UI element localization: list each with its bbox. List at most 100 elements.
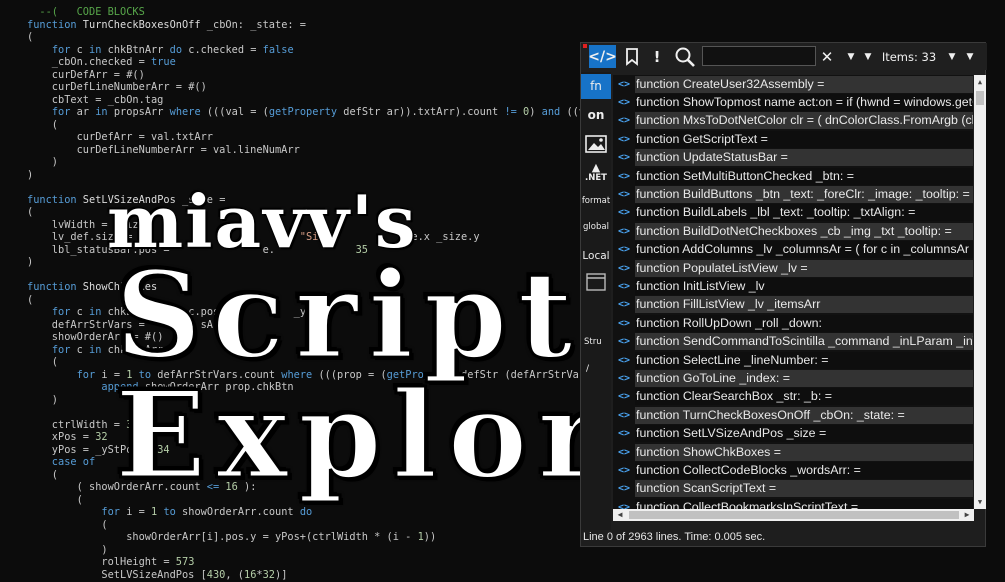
search-input[interactable] <box>702 46 816 66</box>
list-item[interactable]: <> function GetScriptText = <box>613 130 973 148</box>
scroll-up-arrow[interactable]: ▲ <box>974 75 986 89</box>
list-item[interactable]: <> function SendCommandToScintilla _comma… <box>613 333 973 351</box>
sidebar-item-images[interactable] <box>581 132 611 156</box>
code-token: case of <box>27 456 96 468</box>
sidebar-item-global[interactable]: global <box>581 220 611 234</box>
code-token: 573 <box>175 556 195 568</box>
list-item[interactable]: <> function ClearSearchBox _str: _b: = <box>613 388 973 406</box>
list-item[interactable]: <> function CollectCodeBlocks _wordsArr: … <box>613 461 973 480</box>
sidebar-item-events[interactable]: on <box>581 104 611 126</box>
list-item[interactable]: <> function ShowChkBoxes = <box>613 443 973 461</box>
bookmark-button[interactable] <box>621 45 643 68</box>
list-item[interactable]: <> function InitListView _lv <box>613 277 973 296</box>
list-item[interactable]: <> function CreateUser32Assembly = <box>613 75 973 93</box>
code-token: (((val = ( <box>206 106 269 118</box>
warnings-button[interactable]: ! <box>649 45 665 68</box>
code-line: case of <box>27 456 95 469</box>
code-token: 32 <box>262 568 276 581</box>
code-token: showOrderArr.count <box>182 506 300 518</box>
list-item[interactable]: <> function SelectLine _lineNumber: = <box>613 351 973 369</box>
code-icon: <> <box>617 409 631 421</box>
sidebar-item-format[interactable]: format <box>581 194 611 208</box>
code-token: ) <box>27 256 34 268</box>
list-item[interactable]: <> function BuildDotNetCheckboxes _cb _im… <box>613 222 973 240</box>
list-item[interactable]: <> function BuildLabels _lbl _text: _tool… <box>613 204 973 222</box>
list-item[interactable]: <> function SetLVSizeAndPos _size = <box>613 425 973 443</box>
code-token: 16 <box>244 568 257 581</box>
code-line: rolHeight = 573 <box>27 556 194 569</box>
clear-search-button[interactable]: ✕ <box>819 45 835 68</box>
code-line: for i = 1 to showOrderArr.count do <box>27 506 312 519</box>
list-item[interactable]: <> function MxsToDotNetColor clr = ( dnCo… <box>613 112 973 130</box>
list-item[interactable]: <> function GoToLine _index: = <box>613 369 973 388</box>
doc-icon <box>586 273 606 291</box>
list-item[interactable]: <> function BuildButtons _btn _text: _for… <box>613 185 973 204</box>
list-item-label: function CreateUser32Assembly = <box>635 75 973 93</box>
list-item[interactable]: <> function PopulateListView _lv = <box>613 259 973 277</box>
vertical-scrollbar[interactable]: ▲ ▼ <box>974 75 986 509</box>
options-dropdown[interactable]: ▼ <box>963 45 977 68</box>
search-prev-dropdown[interactable]: ▼ <box>844 45 858 68</box>
code-token: for <box>51 43 77 56</box>
sidebar-item-dotnet-label: .NET <box>585 173 607 183</box>
code-icon: <> <box>617 262 631 274</box>
code-line: cbText = _cbOn.tag <box>27 94 164 107</box>
list-item[interactable]: <> function ScanScriptText = <box>613 480 973 498</box>
list-item[interactable]: <> function UpdateStatusBar = <box>613 149 973 167</box>
list-item[interactable]: <> function SetMultiButtonChecked _btn: = <box>613 167 973 185</box>
code-line: _cbOn.checked = true <box>27 56 176 69</box>
chevron-down-icon: ▼ <box>948 51 956 62</box>
code-token: 32 <box>95 431 108 443</box>
sidebar-item-dotnet[interactable]: ▲ .NET <box>581 162 611 186</box>
code-line: ) <box>27 543 108 557</box>
list-item[interactable]: <> function TurnCheckBoxesOnOff _cbOn: _s… <box>613 406 973 424</box>
code-icon: <> <box>617 465 631 477</box>
code-icon: <> <box>617 225 631 237</box>
code-line: --( CODE BLOCKS <box>27 6 144 19</box>
sidebar-item-struct-label[interactable]: Stru <box>581 335 611 349</box>
scroll-thumb-horizontal[interactable] <box>629 511 959 519</box>
list-item[interactable]: <> function AddColumns _lv _columnsAr = (… <box>613 241 973 259</box>
code-line: ) <box>27 169 33 182</box>
close-indicator[interactable] <box>583 44 587 48</box>
horizontal-scrollbar[interactable]: ◀ ▶ <box>613 509 974 521</box>
code-token: in <box>89 343 108 356</box>
list-item-label: function SetMultiButtonChecked _btn: = <box>635 167 973 185</box>
function-list[interactable]: <> function CreateUser32Assembly = <> funct… <box>613 75 973 509</box>
code-token: ) <box>27 543 108 556</box>
list-item[interactable]: <> function RollUpDown _roll _down: <box>613 314 973 332</box>
sidebar-item-misc[interactable]: / <box>581 362 611 376</box>
code-line: ( <box>27 469 58 482</box>
sidebar-item-functions[interactable]: fn <box>581 74 611 99</box>
list-item[interactable]: <> function FillListView _lv _itemsArr <box>613 296 973 314</box>
sidebar-item-structs[interactable] <box>581 272 611 292</box>
code-token: )] <box>275 568 288 581</box>
code-icon: <> <box>617 115 631 127</box>
search-button[interactable] <box>673 45 697 68</box>
scroll-right-arrow[interactable]: ▶ <box>960 509 974 521</box>
list-item-label: function FillListView _lv _itemsArr <box>635 296 973 314</box>
items-count: Items: 33 <box>881 49 937 64</box>
sort-dropdown[interactable]: ▼ <box>945 45 959 68</box>
search-next-dropdown[interactable]: ▼ <box>861 45 875 68</box>
list-item[interactable]: <> function ShowTopmost name act:on = if … <box>613 93 973 112</box>
scroll-left-arrow[interactable]: ◀ <box>613 509 627 521</box>
scroll-thumb[interactable] <box>976 91 984 105</box>
code-token: ctrlWidth = <box>27 418 127 431</box>
code-token: #() <box>126 68 145 81</box>
code-blocks-button[interactable]: </> <box>588 45 617 68</box>
code-token: curDefArr = <box>27 68 127 81</box>
dotnet-logo-icon: ▲ <box>591 161 601 174</box>
scroll-down-arrow[interactable]: ▼ <box>974 495 986 509</box>
code-line: SetLVSizeAndPos [430, (16*32)] <box>27 569 287 582</box>
sidebar-item-local[interactable]: Local <box>581 248 611 264</box>
code-token: defStr ar)).txtArr).count <box>343 106 505 118</box>
code-token: function <box>27 193 83 206</box>
code-token: ) <box>27 168 34 181</box>
list-item[interactable]: <> function CollectBookmarksInScriptText … <box>613 498 973 509</box>
